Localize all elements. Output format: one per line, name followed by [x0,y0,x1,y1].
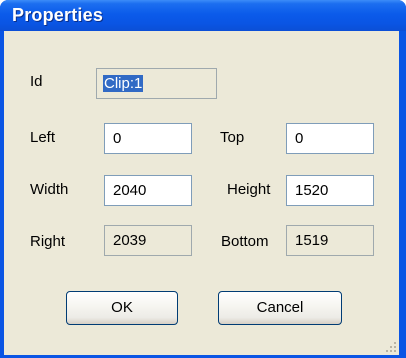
cancel-button[interactable]: Cancel [218,291,342,325]
top-label: Top [220,129,245,146]
resize-grip-icon[interactable] [383,339,397,353]
id-label: Id [30,73,43,90]
height-input[interactable]: 1520 [286,175,374,206]
width-label: Width [30,181,69,198]
id-value: Clip:1 [103,75,144,92]
height-label: Height [227,181,271,198]
ok-button[interactable]: OK [66,291,178,325]
bottom-label: Bottom [221,233,269,250]
width-input[interactable]: 2040 [104,175,192,206]
dialog-title: Properties [12,5,104,25]
dialog-body: Id Clip:1 Left 0 Top 0 Width 2040 Height… [4,31,399,355]
right-label: Right [30,233,66,250]
properties-dialog: Properties Id Clip:1 Left 0 Top 0 Width … [0,0,406,358]
id-field[interactable]: Clip:1 [96,68,217,99]
left-input[interactable]: 0 [104,123,192,154]
left-label: Left [30,129,56,146]
right-field: 2039 [104,225,192,256]
title-bar[interactable]: Properties [0,0,406,31]
bottom-field: 1519 [286,225,374,256]
top-input[interactable]: 0 [286,123,374,154]
